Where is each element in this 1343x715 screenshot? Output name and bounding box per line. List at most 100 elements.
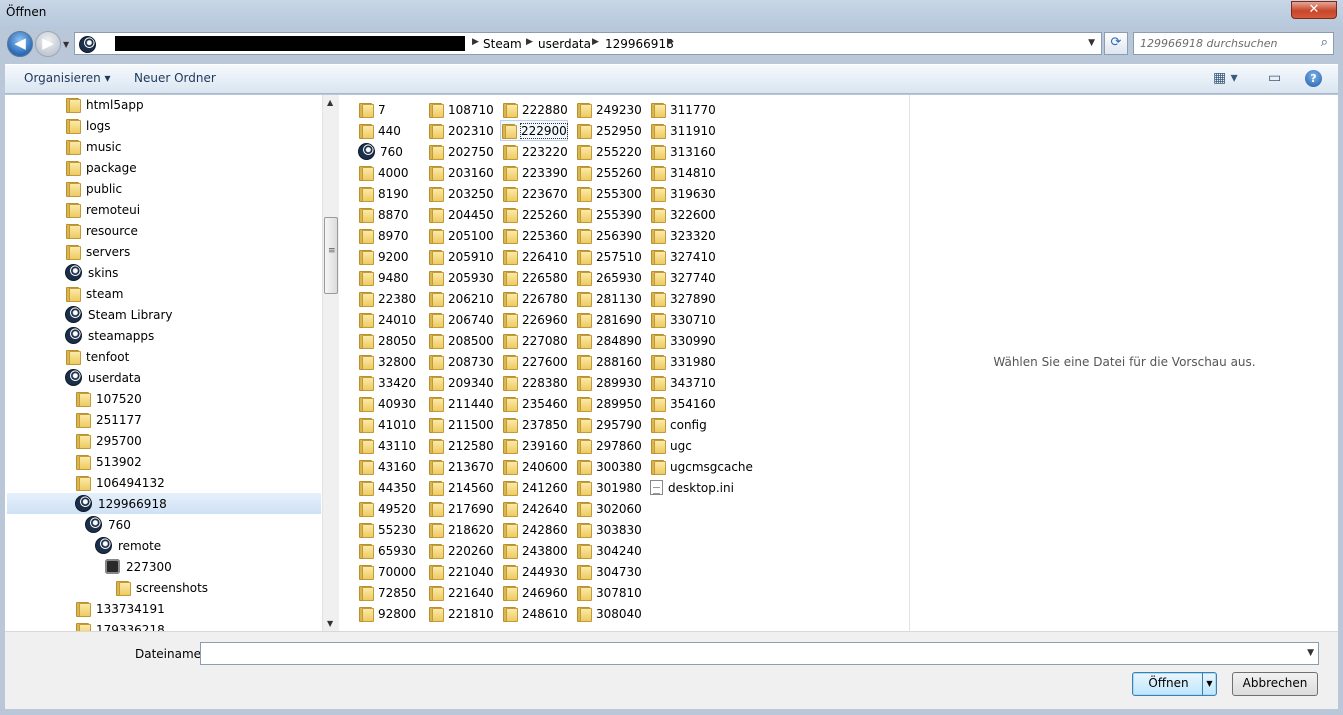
file-item[interactable]: 319630 bbox=[650, 183, 716, 204]
file-item[interactable]: 223390 bbox=[502, 162, 568, 183]
file-item[interactable]: 239160 bbox=[502, 435, 568, 456]
open-options-dropdown[interactable]: ▼ bbox=[1202, 673, 1216, 695]
filename-combobox[interactable]: ▼ bbox=[200, 642, 1319, 665]
file-item[interactable]: 8870 bbox=[358, 204, 409, 225]
file-item[interactable]: 237850 bbox=[502, 414, 568, 435]
file-item[interactable]: 211500 bbox=[428, 414, 494, 435]
tree-item[interactable]: 179336218 bbox=[75, 619, 165, 631]
help-icon[interactable]: ? bbox=[1305, 70, 1322, 87]
file-item[interactable]: 211440 bbox=[428, 393, 494, 414]
tree-item[interactable]: music bbox=[65, 136, 121, 157]
file-item[interactable]: 49520 bbox=[358, 498, 416, 519]
file-item[interactable]: 308040 bbox=[576, 603, 642, 624]
file-item[interactable]: 243800 bbox=[502, 540, 568, 561]
tree-item[interactable]: 513902 bbox=[75, 451, 142, 472]
file-item[interactable]: 92800 bbox=[358, 603, 416, 624]
address-bar[interactable]: ▶ Steam ▶ userdata ▶ 129966918 ▶ ▼ bbox=[74, 32, 1102, 55]
tree-item[interactable]: 129966918 bbox=[7, 493, 321, 514]
breadcrumb-steam[interactable]: Steam bbox=[483, 37, 522, 51]
file-item[interactable]: 228380 bbox=[502, 372, 568, 393]
file-item[interactable]: 222900 bbox=[500, 120, 568, 141]
file-item[interactable]: 206740 bbox=[428, 309, 494, 330]
file-item[interactable]: desktop.ini bbox=[650, 477, 734, 498]
file-item[interactable]: 242640 bbox=[502, 498, 568, 519]
file-item[interactable]: 214560 bbox=[428, 477, 494, 498]
file-item[interactable]: 221040 bbox=[428, 561, 494, 582]
file-item[interactable]: 226960 bbox=[502, 309, 568, 330]
file-item[interactable]: 205100 bbox=[428, 225, 494, 246]
scroll-thumb[interactable] bbox=[324, 217, 338, 294]
file-item[interactable]: 307810 bbox=[576, 582, 642, 603]
file-item[interactable]: 33420 bbox=[358, 372, 416, 393]
tree-item[interactable]: servers bbox=[65, 241, 130, 262]
file-item[interactable]: 226780 bbox=[502, 288, 568, 309]
tree-item[interactable]: public bbox=[65, 178, 122, 199]
file-item[interactable]: 304240 bbox=[576, 540, 642, 561]
file-item[interactable]: 281690 bbox=[576, 309, 642, 330]
tree-item[interactable]: remoteui bbox=[65, 199, 140, 220]
file-item[interactable]: 288160 bbox=[576, 351, 642, 372]
tree-item[interactable]: 106494132 bbox=[75, 472, 165, 493]
preview-pane-icon[interactable]: ▭ bbox=[1268, 70, 1281, 86]
tree-item[interactable]: 760 bbox=[85, 514, 131, 535]
search-input[interactable] bbox=[1140, 34, 1315, 53]
scroll-up-icon[interactable]: ▲ bbox=[327, 98, 333, 107]
view-options-icon[interactable]: ▦ ▾ bbox=[1213, 70, 1238, 86]
tree-item[interactable]: tenfoot bbox=[65, 346, 129, 367]
file-item[interactable]: 8970 bbox=[358, 225, 409, 246]
file-item[interactable]: 244930 bbox=[502, 561, 568, 582]
organize-button[interactable]: Organisieren ▾ bbox=[24, 71, 111, 85]
file-item[interactable]: 32800 bbox=[358, 351, 416, 372]
file-item[interactable]: 220260 bbox=[428, 540, 494, 561]
file-item[interactable]: 265930 bbox=[576, 267, 642, 288]
new-folder-button[interactable]: Neuer Ordner bbox=[134, 71, 216, 85]
search-icon[interactable]: ⌕ bbox=[1321, 35, 1328, 50]
navigation-scrollbar[interactable]: ▲ ▼ bbox=[322, 95, 339, 631]
history-dropdown-icon[interactable]: ▼ bbox=[63, 40, 69, 49]
file-item[interactable]: 327890 bbox=[650, 288, 716, 309]
file-item[interactable]: 227600 bbox=[502, 351, 568, 372]
file-item[interactable]: 323320 bbox=[650, 225, 716, 246]
file-item[interactable]: 314810 bbox=[650, 162, 716, 183]
file-item[interactable]: 343710 bbox=[650, 372, 716, 393]
file-item[interactable]: 206210 bbox=[428, 288, 494, 309]
file-item[interactable]: 55230 bbox=[358, 519, 416, 540]
file-item[interactable]: 225360 bbox=[502, 225, 568, 246]
chevron-right-icon[interactable]: ▶ bbox=[592, 37, 599, 47]
chevron-right-icon[interactable]: ▶ bbox=[526, 37, 533, 47]
file-item[interactable]: 322600 bbox=[650, 204, 716, 225]
tree-item[interactable]: package bbox=[65, 157, 137, 178]
file-item[interactable]: 256390 bbox=[576, 225, 642, 246]
chevron-down-icon[interactable]: ▼ bbox=[1088, 38, 1095, 48]
close-button[interactable]: ✕ bbox=[1291, 1, 1337, 19]
file-item[interactable]: 204450 bbox=[428, 204, 494, 225]
file-item[interactable]: 218620 bbox=[428, 519, 494, 540]
file-item[interactable]: 227080 bbox=[502, 330, 568, 351]
file-item[interactable]: 289950 bbox=[576, 393, 642, 414]
scroll-down-icon[interactable]: ▼ bbox=[327, 619, 333, 628]
file-item[interactable]: 9480 bbox=[358, 267, 409, 288]
file-item[interactable]: 289930 bbox=[576, 372, 642, 393]
file-item[interactable]: 70000 bbox=[358, 561, 416, 582]
file-item[interactable]: 330710 bbox=[650, 309, 716, 330]
tree-item[interactable]: screenshots bbox=[115, 577, 208, 598]
file-item[interactable]: 301980 bbox=[576, 477, 642, 498]
file-item[interactable]: 213670 bbox=[428, 456, 494, 477]
file-item[interactable]: 209340 bbox=[428, 372, 494, 393]
tree-item[interactable]: remote bbox=[95, 535, 161, 556]
file-item[interactable]: 4000 bbox=[358, 162, 409, 183]
file-item[interactable]: 248610 bbox=[502, 603, 568, 624]
file-item[interactable]: 311910 bbox=[650, 120, 716, 141]
cancel-button[interactable]: Abbrechen bbox=[1232, 672, 1318, 696]
tree-item[interactable]: 133734191 bbox=[75, 598, 165, 619]
file-item[interactable]: 257510 bbox=[576, 246, 642, 267]
file-item[interactable]: 281130 bbox=[576, 288, 642, 309]
file-item[interactable]: 252950 bbox=[576, 120, 642, 141]
file-item[interactable]: 313160 bbox=[650, 141, 716, 162]
file-item[interactable]: 40930 bbox=[358, 393, 416, 414]
file-item[interactable]: 297860 bbox=[576, 435, 642, 456]
file-item[interactable]: 217690 bbox=[428, 498, 494, 519]
file-item[interactable]: 221640 bbox=[428, 582, 494, 603]
tree-item[interactable]: steam bbox=[65, 283, 123, 304]
tree-item[interactable]: html5app bbox=[65, 95, 144, 115]
